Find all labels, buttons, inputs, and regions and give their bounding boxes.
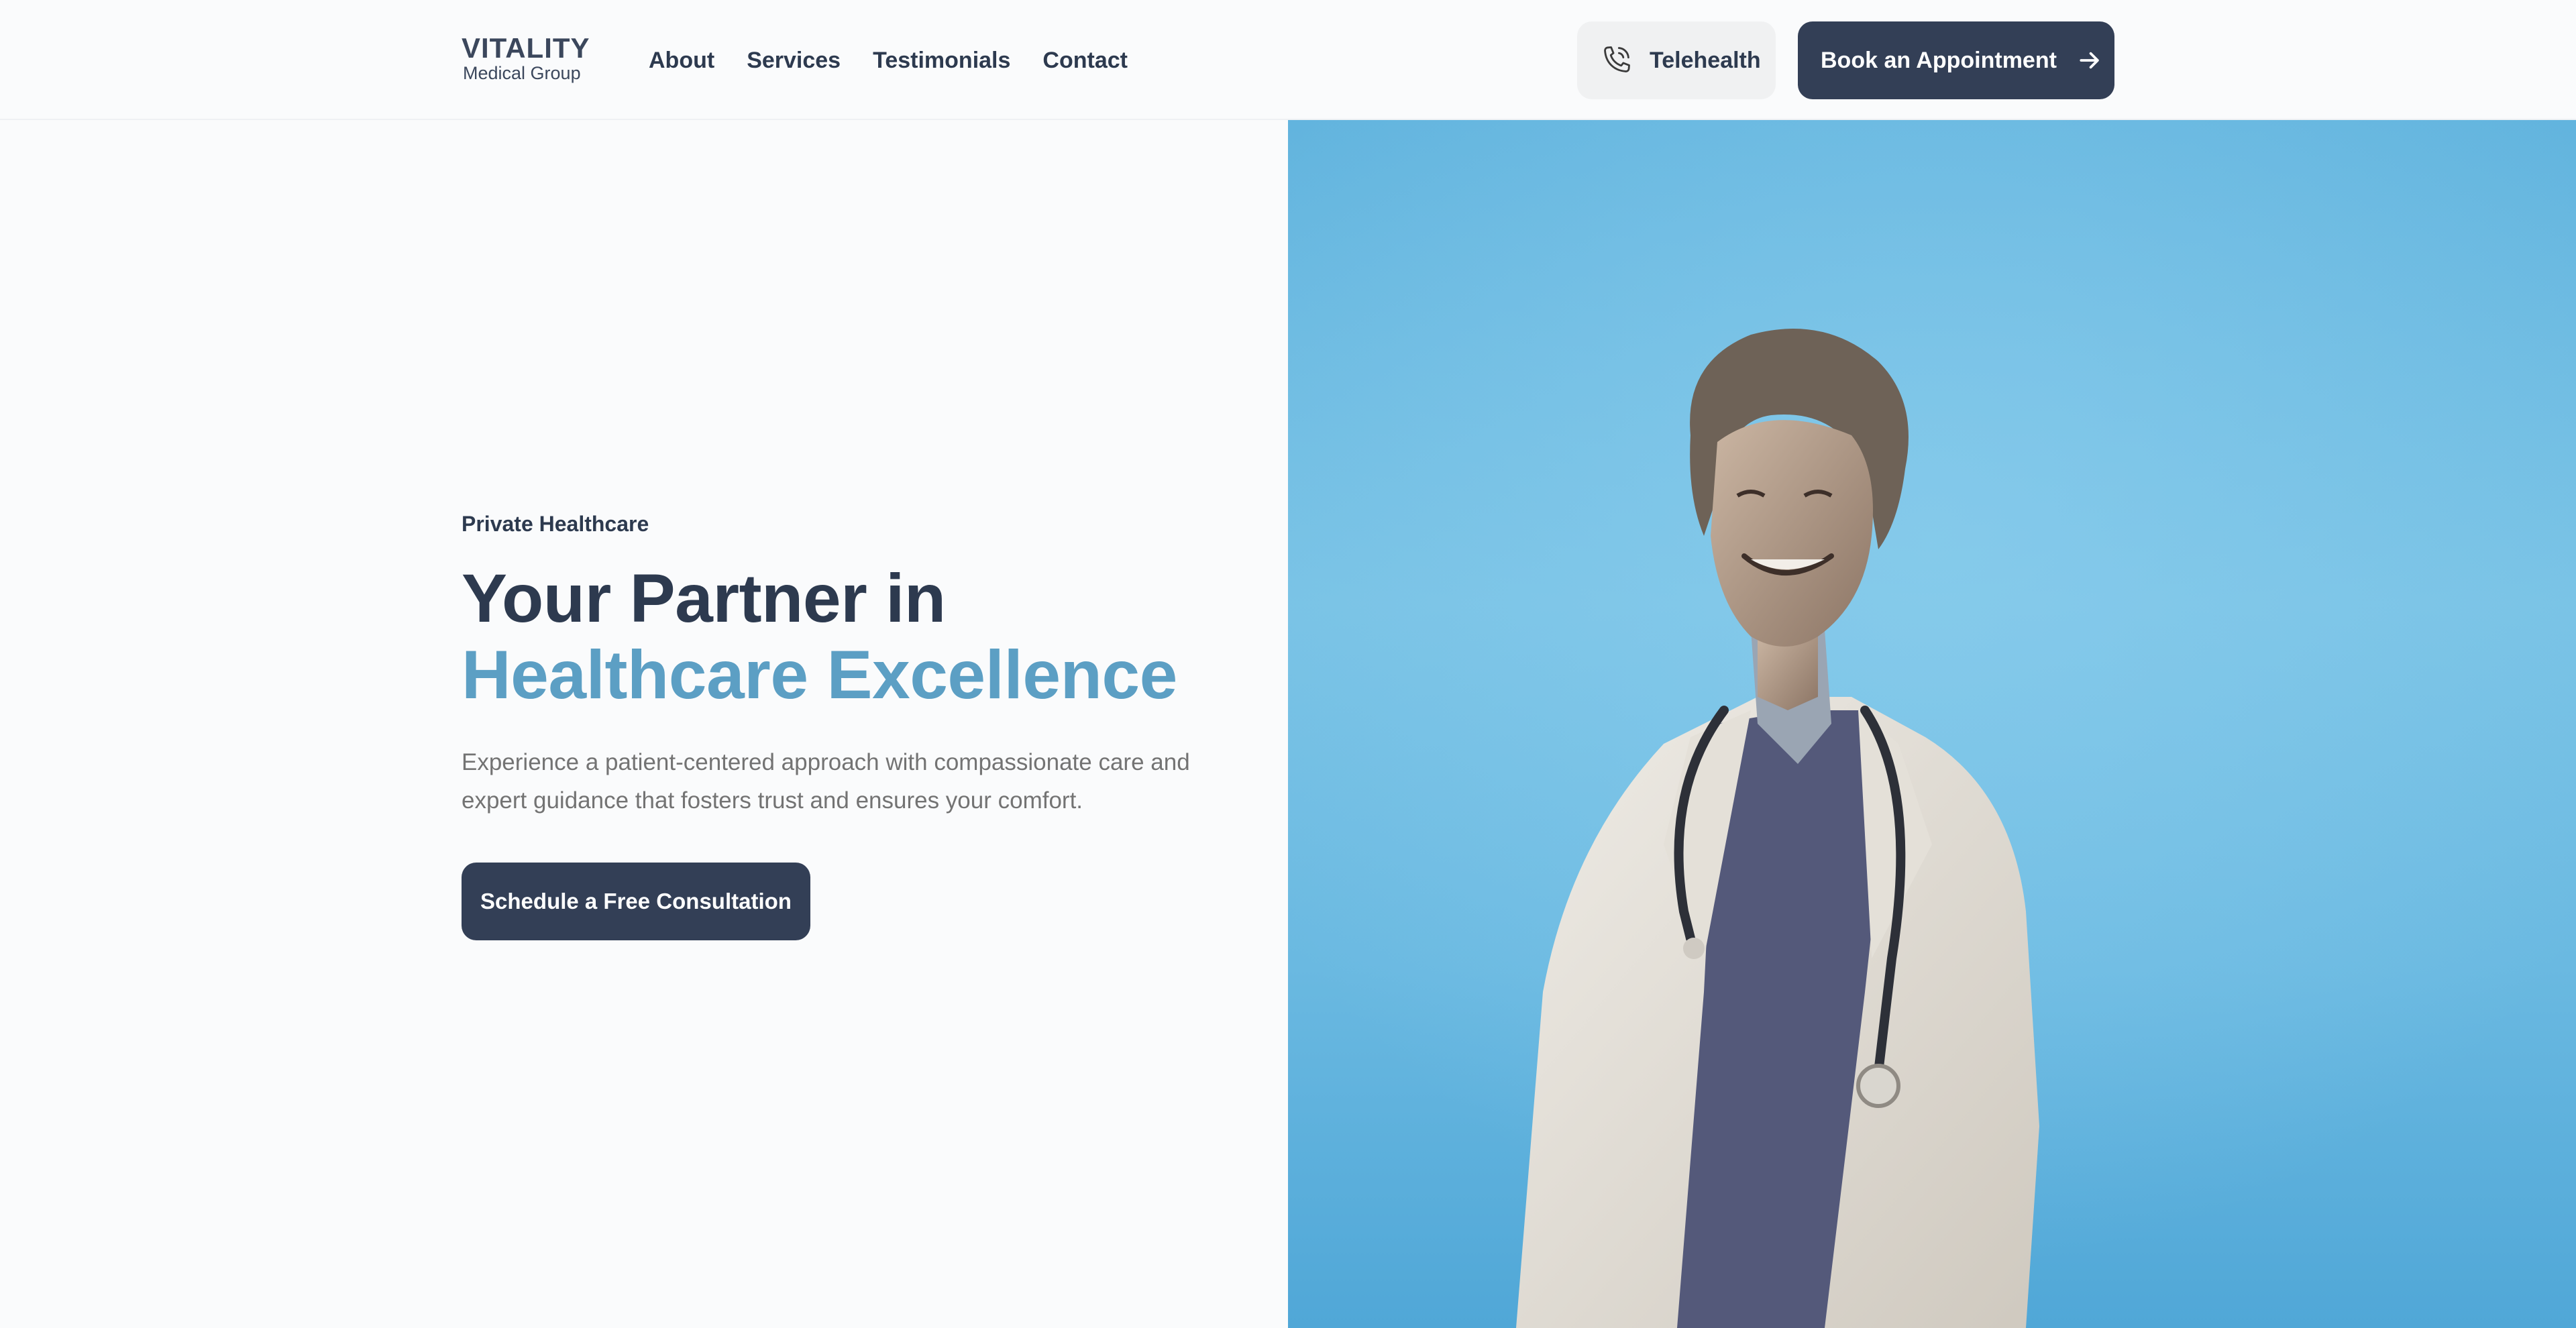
phone-icon (1604, 46, 1630, 72)
doctor-illustration (1288, 120, 2576, 1328)
schedule-consultation-button[interactable]: Schedule a Free Consultation (462, 863, 810, 940)
hero-description: Experience a patient-centered approach w… (462, 749, 1190, 814)
nav-link-contact[interactable]: Contact (1042, 47, 1128, 74)
brand-subtitle: Medical Group (463, 63, 581, 83)
doctor-portrait-image (1288, 120, 2576, 1328)
nav-link-testimonials[interactable]: Testimonials (873, 47, 1010, 74)
brand-logo[interactable]: VITALITY Medical Group (462, 32, 590, 84)
nav-link-about[interactable]: About (649, 47, 714, 74)
brand-name: VITALITY (462, 32, 590, 64)
arrow-right-icon (2080, 52, 2099, 69)
schedule-consultation-label: Schedule a Free Consultation (480, 889, 792, 914)
hero-headline: Your Partner in Healthcare Excellence (462, 560, 1177, 713)
hero-headline-line1: Your Partner in (462, 560, 946, 637)
hero-headline-line2: Healthcare Excellence (462, 637, 1177, 713)
book-appointment-label: Book an Appointment (1821, 47, 2057, 73)
telehealth-button[interactable]: Telehealth (1577, 21, 1776, 99)
nav-link-services[interactable]: Services (747, 47, 841, 74)
telehealth-label: Telehealth (1650, 47, 1761, 73)
hero-eyebrow: Private Healthcare (462, 512, 649, 536)
site-header: VITALITY Medical Group About Services Te… (0, 0, 2576, 120)
book-appointment-button[interactable]: Book an Appointment (1798, 21, 2114, 99)
main-nav: About Services Testimonials Contact (649, 47, 1128, 74)
